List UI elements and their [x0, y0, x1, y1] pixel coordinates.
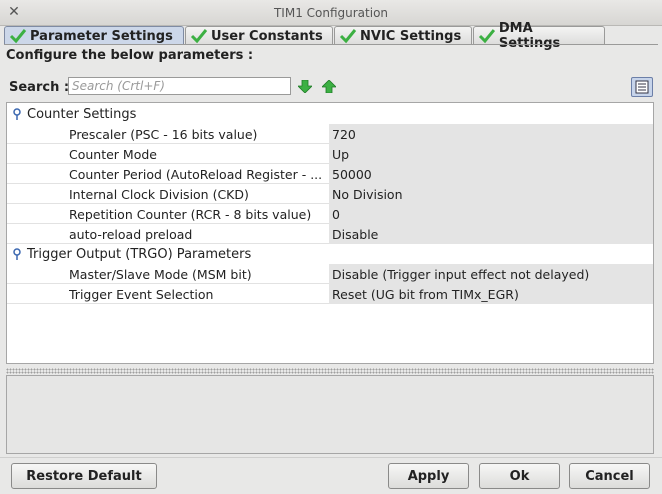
parameter-table: Counter Settings Prescaler (PSC - 16 bit…	[6, 102, 654, 364]
splitter-handle[interactable]	[6, 368, 654, 374]
pin-icon	[13, 108, 21, 120]
param-label: Master/Slave Mode (MSM bit)	[69, 267, 252, 282]
tab-label: NVIC Settings	[360, 28, 462, 44]
param-row[interactable]: Repetition Counter (RCR - 8 bits value) …	[7, 204, 653, 224]
group-label: Counter Settings	[27, 107, 137, 122]
tab-user-constants[interactable]: User Constants	[185, 26, 333, 45]
param-row[interactable]: Internal Clock Division (CKD) No Divisio…	[7, 184, 653, 204]
param-row[interactable]: Prescaler (PSC - 16 bits value) 720	[7, 124, 653, 144]
param-value[interactable]: Disable (Trigger input effect not delaye…	[329, 264, 653, 284]
check-icon	[339, 29, 357, 44]
param-label: Counter Mode	[69, 147, 157, 162]
param-label: Trigger Event Selection	[69, 287, 214, 302]
arrow-up-icon[interactable]	[322, 80, 336, 93]
tab-label: Parameter Settings	[30, 28, 173, 44]
tab-dma-settings[interactable]: DMA Settings	[473, 21, 605, 51]
tab-bar: Parameter Settings User Constants NVIC S…	[4, 21, 606, 51]
param-label: Internal Clock Division (CKD)	[69, 187, 249, 202]
tab-divider	[4, 44, 658, 45]
search-label: Search :	[9, 80, 70, 95]
group-counter-settings[interactable]: Counter Settings	[7, 104, 653, 124]
arrow-down-icon[interactable]	[298, 80, 312, 93]
tab-label: User Constants	[211, 28, 323, 44]
tab-parameter-settings[interactable]: Parameter Settings	[4, 26, 184, 45]
check-icon	[190, 29, 208, 44]
param-label: Prescaler (PSC - 16 bits value)	[69, 127, 258, 142]
param-label: Counter Period (AutoReload Register - ..…	[69, 167, 323, 182]
divider	[0, 457, 662, 458]
group-label: Trigger Output (TRGO) Parameters	[27, 247, 252, 262]
param-row[interactable]: Trigger Event Selection Reset (UG bit fr…	[7, 284, 653, 304]
param-value[interactable]: 0	[329, 204, 653, 224]
param-value[interactable]: No Division	[329, 184, 653, 204]
param-value[interactable]: 720	[329, 124, 653, 144]
cancel-button[interactable]: Cancel	[569, 463, 650, 489]
list-view-button[interactable]	[631, 77, 653, 97]
check-icon	[478, 29, 496, 44]
param-value[interactable]: 50000	[329, 164, 653, 184]
list-icon	[635, 80, 649, 94]
apply-button[interactable]: Apply	[388, 463, 469, 489]
param-row[interactable]: Master/Slave Mode (MSM bit) Disable (Tri…	[7, 264, 653, 284]
restore-default-button[interactable]: Restore Default	[11, 463, 157, 489]
page-heading: Configure the below parameters :	[6, 48, 254, 63]
param-row[interactable]: auto-reload preload Disable	[7, 224, 653, 244]
tab-label: DMA Settings	[498, 21, 561, 51]
check-icon	[9, 29, 27, 44]
description-panel	[6, 375, 654, 454]
tab-nvic-settings[interactable]: NVIC Settings	[334, 26, 472, 45]
search-input[interactable]	[68, 77, 291, 95]
pin-icon	[13, 248, 21, 260]
param-row[interactable]: Counter Period (AutoReload Register - ..…	[7, 164, 653, 184]
param-value[interactable]: Reset (UG bit from TIMx_EGR)	[329, 284, 653, 304]
param-value[interactable]: Disable	[329, 224, 653, 244]
param-label: Repetition Counter (RCR - 8 bits value)	[69, 207, 312, 222]
param-value[interactable]: Up	[329, 144, 653, 164]
param-label: auto-reload preload	[69, 227, 193, 242]
window-title: TIM1 Configuration	[273, 6, 389, 20]
ok-button[interactable]: Ok	[479, 463, 560, 489]
param-row[interactable]: Counter Mode Up	[7, 144, 653, 164]
group-trigger-output[interactable]: Trigger Output (TRGO) Parameters	[7, 244, 653, 264]
